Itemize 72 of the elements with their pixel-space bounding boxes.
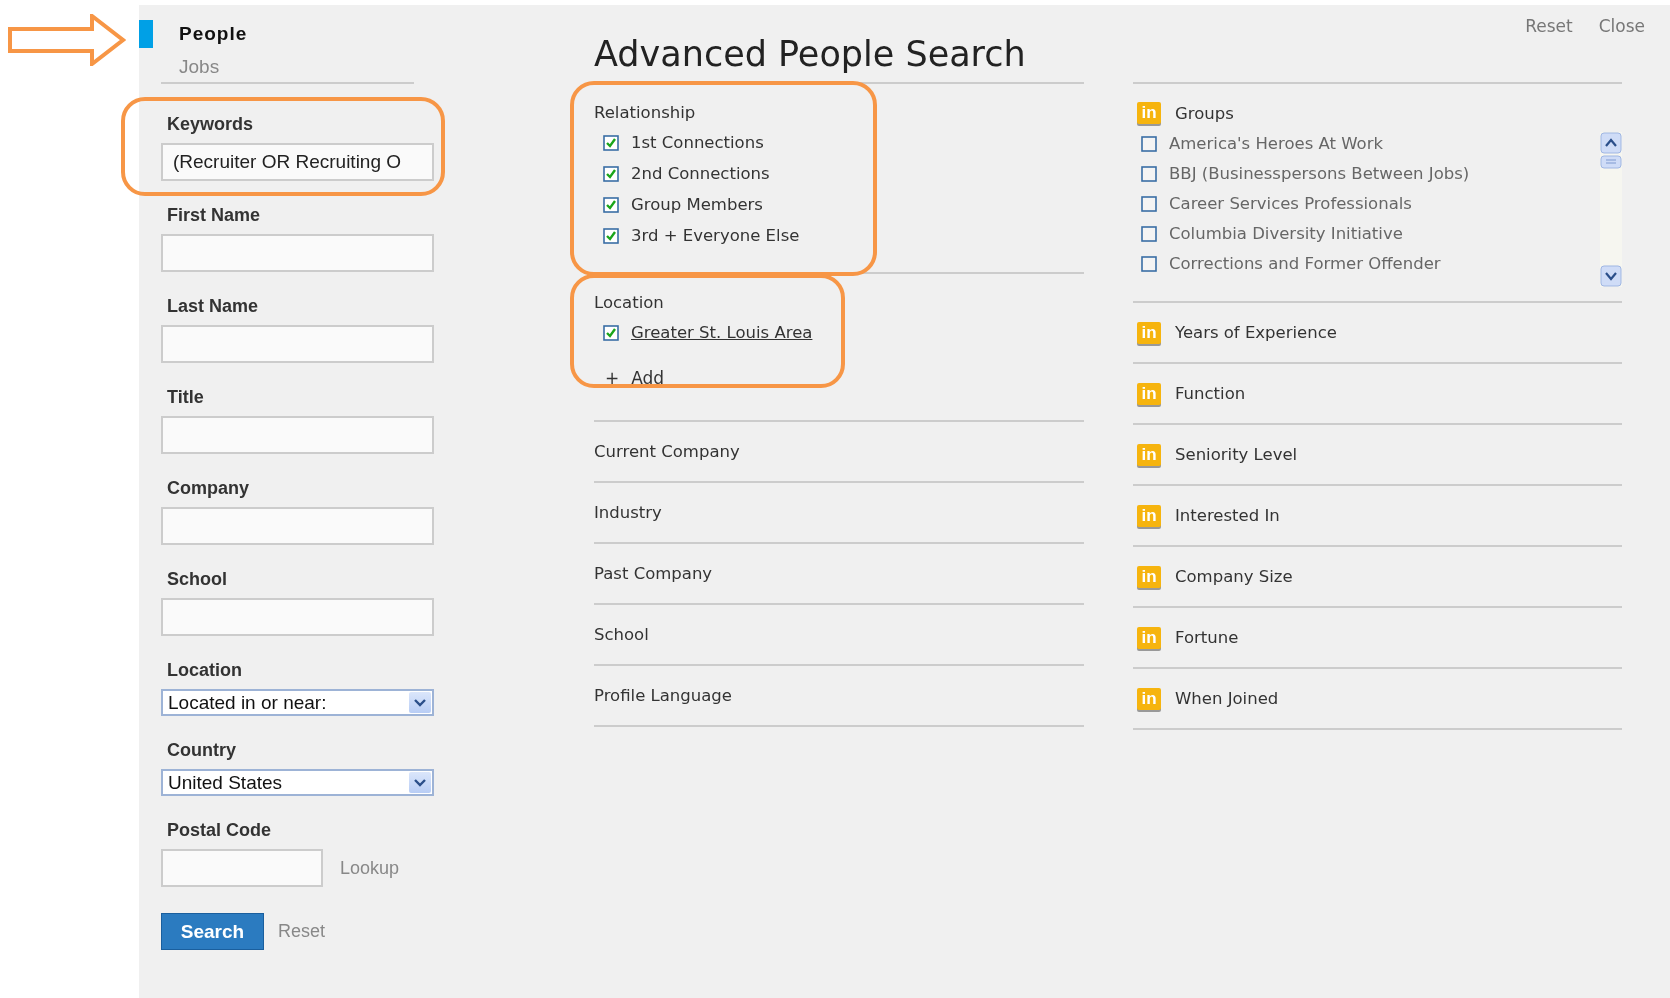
dropdown[interactable]: United States (161, 769, 434, 796)
field-label: Title (167, 387, 204, 408)
add-icon[interactable]: + (605, 368, 620, 388)
facet-heading[interactable]: Company Size (1175, 567, 1293, 586)
checkbox[interactable] (603, 227, 619, 244)
premium-badge: in (1137, 102, 1161, 124)
field-label: Country (167, 740, 236, 761)
facet-heading[interactable]: Seniority Level (1175, 445, 1298, 464)
text-field[interactable] (161, 416, 434, 454)
scrollbar[interactable] (1600, 132, 1622, 287)
option-label: Columbia Diversity Initiative (1169, 224, 1403, 243)
field-label: Postal Code (167, 820, 272, 841)
checkbox[interactable] (1141, 255, 1157, 272)
add-link[interactable]: Add (631, 368, 665, 388)
facet-heading[interactable]: Profile Language (594, 686, 732, 705)
checkbox[interactable] (1141, 165, 1157, 182)
active-tab-marker (139, 20, 153, 48)
checkbox[interactable] (1141, 195, 1157, 212)
premium-badge: in (1137, 382, 1161, 405)
caret-icon[interactable] (409, 772, 431, 793)
facet-heading[interactable]: When Joined (1175, 689, 1279, 708)
text-field[interactable] (161, 325, 434, 363)
checkbox[interactable] (603, 196, 619, 213)
option-label: Career Services Professionals (1169, 194, 1412, 213)
premium-badge: in (1137, 443, 1161, 466)
option-link[interactable]: Greater St. Louis Area (631, 323, 813, 342)
option-label: 2nd Connections (631, 164, 770, 183)
section-heading: Location (594, 293, 664, 312)
facet-heading[interactable]: Current Company (594, 442, 740, 461)
text-field[interactable]: (Recruiter OR Recruiting O (161, 143, 434, 181)
field-label: Company (167, 478, 249, 499)
postal-code-field[interactable] (161, 849, 323, 887)
option-label: America's Heroes At Work (1169, 134, 1383, 153)
facet-heading[interactable]: Fortune (1175, 628, 1239, 647)
option-label: BBJ (Businesspersons Between Jobs) (1169, 164, 1470, 183)
header-link[interactable]: Reset (1525, 16, 1573, 36)
field-label: Last Name (167, 296, 259, 317)
facet-heading[interactable]: Past Company (594, 564, 713, 583)
dialog-title: Advanced People Search (594, 34, 1026, 76)
caret-icon[interactable] (409, 692, 431, 713)
premium-badge: in (1137, 687, 1161, 710)
facet-heading[interactable]: Function (1175, 384, 1246, 403)
dropdown[interactable]: Located in or near: (161, 689, 434, 716)
header-link[interactable]: Close (1598, 16, 1645, 36)
premium-badge: in (1137, 626, 1161, 649)
field-label: First Name (167, 205, 261, 226)
text-field[interactable] (161, 507, 434, 545)
facet-heading[interactable]: Interested In (1175, 506, 1280, 525)
field-label: Location (167, 660, 242, 681)
field-label: Keywords (167, 114, 254, 135)
premium-badge: in (1137, 565, 1161, 588)
facet-heading[interactable]: School (594, 625, 649, 644)
text-field[interactable] (161, 234, 434, 272)
option-label: Group Members (631, 195, 763, 214)
option-label: Corrections and Former Offender (1169, 254, 1441, 273)
section-heading: Groups (1175, 103, 1234, 123)
field-label: School (167, 569, 227, 590)
checkbox[interactable] (603, 324, 619, 341)
text-field[interactable] (161, 598, 434, 636)
option-label: 3rd + Everyone Else (631, 226, 800, 245)
checkbox[interactable] (603, 165, 619, 182)
search-button[interactable]: Search (161, 913, 264, 950)
checkbox[interactable] (1141, 135, 1157, 152)
checkbox[interactable] (1141, 225, 1157, 242)
tab[interactable]: People (179, 23, 248, 45)
facet-heading[interactable]: Industry (594, 503, 662, 522)
option-label: 1st Connections (631, 133, 764, 152)
premium-badge: in (1137, 504, 1161, 527)
section-heading: Relationship (594, 103, 696, 122)
facet-heading[interactable]: Years of Experience (1175, 323, 1337, 342)
premium-badge: in (1137, 321, 1161, 344)
checkbox[interactable] (603, 134, 619, 151)
